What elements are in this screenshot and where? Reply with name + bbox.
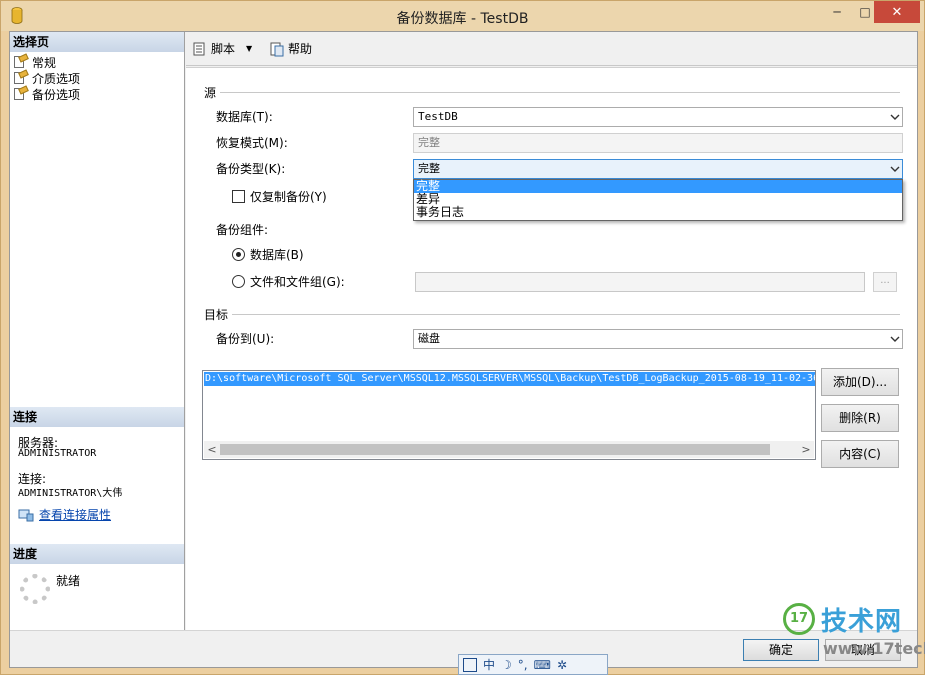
backup-type-select[interactable]: 完整: [413, 159, 903, 179]
backup-to-label: 备份到(U):: [216, 332, 275, 346]
scroll-thumb[interactable]: [220, 444, 770, 455]
close-button[interactable]: ✕: [874, 1, 920, 23]
minimize-button[interactable]: ─: [822, 1, 852, 23]
backup-component-label: 备份组件:: [216, 223, 269, 237]
scroll-left-icon[interactable]: <: [204, 441, 220, 458]
database-label: 数据库(T):: [216, 110, 273, 124]
recovery-model-field: 完整: [413, 133, 903, 153]
page-icon: [13, 53, 29, 69]
scroll-right-icon[interactable]: >: [798, 441, 814, 458]
page-icon: [13, 69, 29, 85]
dialog-client: 选择页 常规 介质选项 备份选项 连接 服务器: ADMINISTRATOR 连…: [9, 31, 918, 668]
server-value: ADMINISTRATOR: [18, 448, 97, 459]
page-label: 备份选项: [32, 87, 81, 102]
copy-only-checkbox[interactable]: [232, 190, 245, 203]
title-bar[interactable]: 备份数据库 - TestDB ─ □ ✕: [1, 1, 924, 31]
cancel-button[interactable]: 取消: [825, 639, 901, 661]
component-files-radio[interactable]: [232, 275, 245, 288]
select-page-heading: 选择页: [10, 32, 184, 52]
page-backup-options[interactable]: 备份选项: [13, 85, 81, 102]
ime-mode-toggle[interactable]: 中: [483, 656, 495, 673]
database-value: TestDB: [418, 110, 458, 123]
left-pane: 选择页 常规 介质选项 备份选项 连接 服务器: ADMINISTRATOR 连…: [10, 32, 185, 630]
properties-icon: [18, 509, 34, 521]
destination-list[interactable]: D:\software\Microsoft SQL Server\MSSQL12…: [202, 370, 816, 460]
help-button[interactable]: 帮助: [269, 40, 312, 57]
moon-icon[interactable]: ☽: [501, 658, 512, 672]
component-database-radio[interactable]: [232, 248, 245, 261]
right-pane: 脚本 ▼ 帮助 源 数据库(T): TestDB 恢复模式(M): 完整 备份类…: [186, 32, 917, 630]
horizontal-scrollbar[interactable]: < >: [204, 441, 814, 458]
remove-button[interactable]: 删除(R): [821, 404, 899, 432]
backup-type-value: 完整: [418, 162, 440, 175]
settings-icon[interactable]: ✲: [557, 658, 567, 672]
chevron-down-icon: [890, 166, 900, 172]
page-general[interactable]: 常规: [13, 53, 57, 70]
progress-heading: 进度: [10, 544, 184, 564]
ime-logo-icon[interactable]: [463, 657, 477, 672]
contents-button[interactable]: 内容(C): [821, 440, 899, 468]
page-label: 介质选项: [32, 71, 81, 86]
ime-toolbar[interactable]: 中 ☽ °, ⌨ ✲: [458, 654, 608, 675]
page-icon: [13, 85, 29, 101]
recovery-model-label: 恢复模式(M):: [216, 136, 288, 150]
component-database-label: 数据库(B): [250, 248, 304, 262]
files-browse-button: ...: [873, 272, 897, 292]
view-connection-properties-link[interactable]: 查看连接属性: [18, 506, 111, 523]
backup-database-window: 备份数据库 - TestDB ─ □ ✕ 选择页 常规 介质选项 备份选项 连接…: [0, 0, 925, 675]
option-full[interactable]: 完整: [414, 180, 902, 193]
option-differential[interactable]: 差异: [414, 193, 902, 206]
source-divider: [220, 92, 900, 93]
destination-path-row[interactable]: D:\software\Microsoft SQL Server\MSSQL12…: [204, 372, 815, 386]
punctuation-icon[interactable]: °,: [518, 658, 528, 672]
option-transaction-log[interactable]: 事务日志: [414, 206, 902, 219]
page-media-options[interactable]: 介质选项: [13, 69, 81, 86]
page-label: 常规: [32, 55, 57, 70]
general-page: 源 数据库(T): TestDB 恢复模式(M): 完整 备份类型(K): 完整: [186, 67, 917, 630]
help-label: 帮助: [288, 42, 313, 56]
add-button[interactable]: 添加(D)...: [821, 368, 899, 396]
window-title: 备份数据库 - TestDB: [396, 11, 529, 27]
backup-to-value: 磁盘: [418, 332, 440, 345]
toolbar: 脚本 ▼ 帮助: [186, 32, 917, 66]
chevron-down-icon: [890, 114, 900, 120]
progress-spinner-icon: [20, 574, 50, 604]
help-icon: [270, 42, 284, 56]
database-select[interactable]: TestDB: [413, 107, 903, 127]
backup-type-dropdown: 完整 差异 事务日志: [413, 179, 903, 221]
script-button[interactable]: 脚本 ▼: [192, 40, 252, 57]
destination-group-label: 目标: [204, 308, 229, 322]
keyboard-icon[interactable]: ⌨: [534, 658, 551, 672]
destination-divider: [232, 314, 900, 315]
backup-to-select[interactable]: 磁盘: [413, 329, 903, 349]
source-group-label: 源: [204, 86, 217, 100]
copy-only-label: 仅复制备份(Y): [250, 190, 327, 204]
backup-type-label: 备份类型(K):: [216, 162, 286, 176]
connection-heading: 连接: [10, 407, 184, 427]
ok-button[interactable]: 确定: [743, 639, 819, 661]
component-files-label: 文件和文件组(G):: [250, 275, 345, 289]
script-label: 脚本: [211, 42, 236, 56]
chevron-down-icon: [890, 336, 900, 342]
connection-value: ADMINISTRATOR\大伟: [18, 488, 123, 499]
chevron-down-icon[interactable]: ▼: [246, 44, 252, 53]
recovery-model-value: 完整: [418, 136, 440, 149]
script-icon: [193, 42, 205, 55]
files-textbox: [415, 272, 865, 292]
link-text: 查看连接属性: [39, 508, 112, 522]
progress-status: 就绪: [56, 574, 81, 588]
